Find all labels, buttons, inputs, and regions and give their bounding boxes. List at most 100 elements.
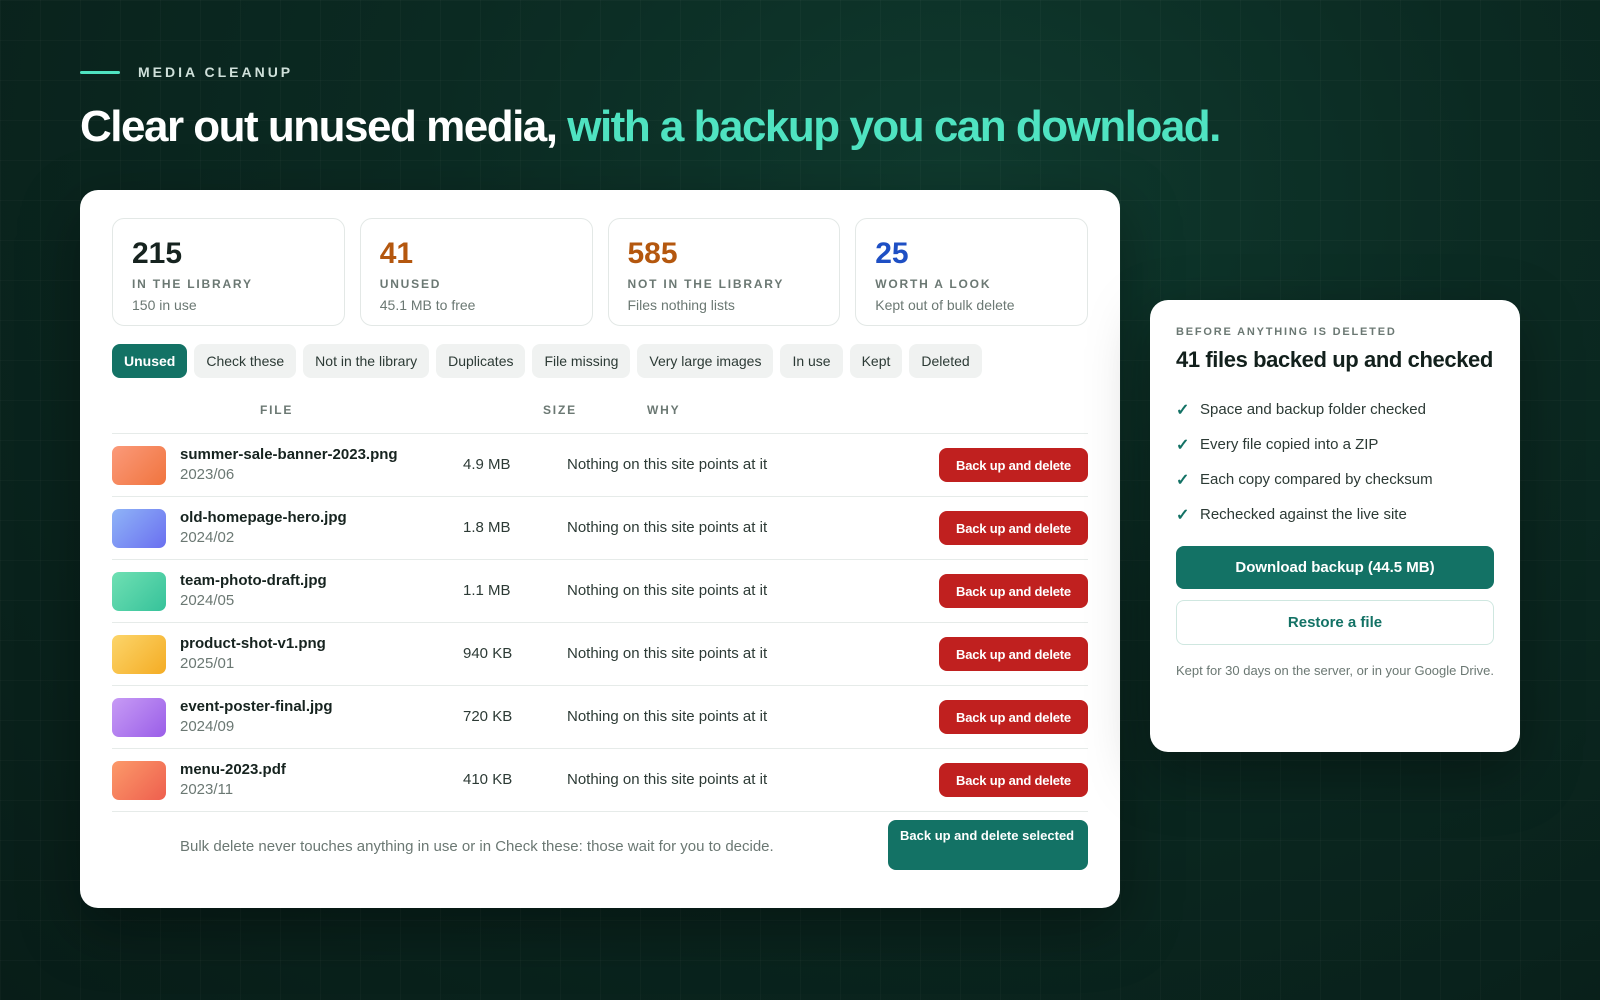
- tab-in-use[interactable]: In use: [780, 344, 843, 378]
- file-date: 2023/06: [180, 466, 235, 483]
- bulk-delete-note: Bulk delete never touches anything in us…: [180, 838, 774, 855]
- file-reason: Nothing on this site points at it: [567, 771, 768, 788]
- checklist-label: Every file copied into a ZIP: [1200, 436, 1379, 453]
- backup-title: 41 files backed up and checked: [1176, 347, 1493, 372]
- table-row: event-poster-final.jpg 2024/09 720 KB Nothi…: [112, 686, 1088, 749]
- stat-subtext: Files nothing lists: [627, 297, 735, 313]
- checkmark-icon: ✓: [1176, 401, 1190, 419]
- file-date: 2023/11: [180, 781, 234, 798]
- backup-summary-card: BEFORE ANYTHING IS DELETED 41 files back…: [1150, 300, 1520, 752]
- headline-accent: with a backup you can download.: [567, 102, 1221, 151]
- headline-main: Clear out unused media,: [80, 102, 558, 151]
- file-thumbnail: [112, 572, 166, 611]
- tab-kept[interactable]: Kept: [849, 344, 903, 378]
- backup-delete-button[interactable]: Back up and delete: [939, 637, 1088, 671]
- file-date: 2024/02: [180, 529, 235, 546]
- table-row: summer-sale-banner-2023.png 2023/06 4.9 MB…: [112, 434, 1088, 497]
- bulk-backup-delete-button[interactable]: Back up and delete selected: [888, 820, 1088, 870]
- tab-unused[interactable]: Unused: [112, 344, 188, 378]
- media-cleanup-card: 215 IN THE LIBRARY 150 in use 41 UNUSED 45.1 …: [80, 190, 1120, 908]
- checkmark-icon: ✓: [1176, 471, 1190, 489]
- checkmark-icon: ✓: [1176, 506, 1190, 524]
- file-name: summer-sale-banner-2023.png: [180, 446, 398, 463]
- checkmark-icon: ✓: [1176, 436, 1190, 454]
- backup-delete-button[interactable]: Back up and delete: [939, 763, 1088, 797]
- checklist-item: ✓ Rechecked against the live site: [1176, 497, 1494, 532]
- file-size: 720 KB: [463, 708, 513, 725]
- file-thumbnail: [112, 761, 166, 800]
- backup-delete-button[interactable]: Back up and delete: [939, 700, 1088, 734]
- file-name: product-shot-v1.png: [180, 635, 326, 652]
- file-thumbnail: [112, 446, 166, 485]
- stat-card: 41 UNUSED 45.1 MB to free: [359, 218, 593, 326]
- stat-card: 215 IN THE LIBRARY 150 in use: [112, 218, 345, 326]
- tab-deleted[interactable]: Deleted: [909, 344, 982, 378]
- filter-tabs: Unused Check these Not in the library Dupli…: [112, 344, 1088, 378]
- stat-label: IN THE LIBRARY: [132, 277, 253, 291]
- file-date: 2024/05: [180, 592, 235, 609]
- file-date: 2024/09: [180, 718, 235, 735]
- file-size: 4.9 MB: [463, 456, 511, 473]
- file-thumbnail: [112, 635, 166, 674]
- file-reason: Nothing on this site points at it: [567, 519, 768, 536]
- file-size: 940 KB: [463, 645, 513, 662]
- stat-label: WORTH A LOOK: [875, 277, 992, 291]
- table-row: team-photo-draft.jpg 2024/05 1.1 MB Nothing…: [112, 560, 1088, 623]
- stat-label: NOT IN THE LIBRARY: [627, 277, 785, 291]
- checklist-item: ✓ Each copy compared by checksum: [1176, 462, 1494, 497]
- stat-subtext: 150 in use: [132, 297, 197, 313]
- backup-retention-note: Kept for 30 days on the server, or in yo…: [1176, 663, 1494, 678]
- stat-subtext: 45.1 MB to free: [379, 297, 476, 313]
- stat-value: 41: [379, 237, 414, 270]
- file-reason: Nothing on this site points at it: [567, 645, 768, 662]
- page-headline: Clear out unused media, with a backup yo…: [80, 102, 1221, 152]
- file-table-body: summer-sale-banner-2023.png 2023/06 4.9 MB…: [112, 434, 1088, 812]
- column-header-file: FILE: [260, 402, 294, 417]
- checklist-label: Rechecked against the live site: [1200, 506, 1407, 523]
- column-header-size: SIZE: [543, 402, 577, 417]
- download-backup-button[interactable]: Download backup (44.5 MB): [1176, 546, 1494, 589]
- table-header: FILE SIZE WHY: [112, 386, 1088, 434]
- stat-value: 25: [875, 237, 909, 270]
- eyebrow-label: MEDIA CLEANUP: [138, 64, 294, 80]
- table-row: old-homepage-hero.jpg 2024/02 1.8 MB Nothin…: [112, 497, 1088, 560]
- file-thumbnail: [112, 509, 166, 548]
- checklist-label: Space and backup folder checked: [1200, 401, 1426, 418]
- table-row: menu-2023.pdf 2023/11 410 KB Nothing on thi…: [112, 749, 1088, 812]
- file-name: menu-2023.pdf: [180, 761, 286, 778]
- checklist-label: Each copy compared by checksum: [1200, 471, 1433, 488]
- backup-delete-button[interactable]: Back up and delete: [939, 574, 1088, 608]
- stat-card: 25 WORTH A LOOK Kept out of bulk delete: [855, 218, 1088, 326]
- backup-eyebrow: BEFORE ANYTHING IS DELETED: [1176, 326, 1397, 338]
- tab-duplicates[interactable]: Duplicates: [436, 344, 526, 378]
- backup-delete-button[interactable]: Back up and delete: [939, 448, 1088, 482]
- file-date: 2025/01: [180, 655, 235, 672]
- file-reason: Nothing on this site points at it: [567, 708, 768, 725]
- stat-subtext: Kept out of bulk delete: [875, 297, 1015, 313]
- stat-card: 585 NOT IN THE LIBRARY Files nothing lists: [607, 218, 841, 326]
- file-reason: Nothing on this site points at it: [567, 582, 768, 599]
- page-eyebrow: MEDIA CLEANUP: [80, 64, 293, 80]
- stat-label: UNUSED: [379, 277, 442, 291]
- tab-very-large-images[interactable]: Very large images: [637, 344, 774, 378]
- file-size: 1.8 MB: [463, 519, 511, 536]
- checklist-item: ✓ Space and backup folder checked: [1176, 392, 1494, 427]
- file-thumbnail: [112, 698, 166, 737]
- tab-check-these[interactable]: Check these: [194, 344, 297, 378]
- restore-file-button[interactable]: Restore a file: [1176, 600, 1494, 645]
- backup-checklist: ✓ Space and backup folder checked ✓ Every f…: [1176, 392, 1494, 532]
- file-name: team-photo-draft.jpg: [180, 572, 327, 589]
- stat-value: 585: [627, 237, 678, 270]
- stats-row: 215 IN THE LIBRARY 150 in use 41 UNUSED 45.1 …: [112, 218, 1088, 326]
- checklist-item: ✓ Every file copied into a ZIP: [1176, 427, 1494, 462]
- file-reason: Nothing on this site points at it: [567, 456, 768, 473]
- column-header-why: WHY: [647, 402, 681, 417]
- backup-delete-button[interactable]: Back up and delete: [939, 511, 1088, 545]
- stat-value: 215: [132, 237, 183, 270]
- tab-not-in-the-library[interactable]: Not in the library: [303, 344, 430, 378]
- table-row: product-shot-v1.png 2025/01 940 KB Nothing …: [112, 623, 1088, 686]
- tab-file-missing[interactable]: File missing: [532, 344, 631, 378]
- file-name: old-homepage-hero.jpg: [180, 509, 347, 526]
- eyebrow-line: [80, 70, 120, 74]
- file-name: event-poster-final.jpg: [180, 698, 333, 715]
